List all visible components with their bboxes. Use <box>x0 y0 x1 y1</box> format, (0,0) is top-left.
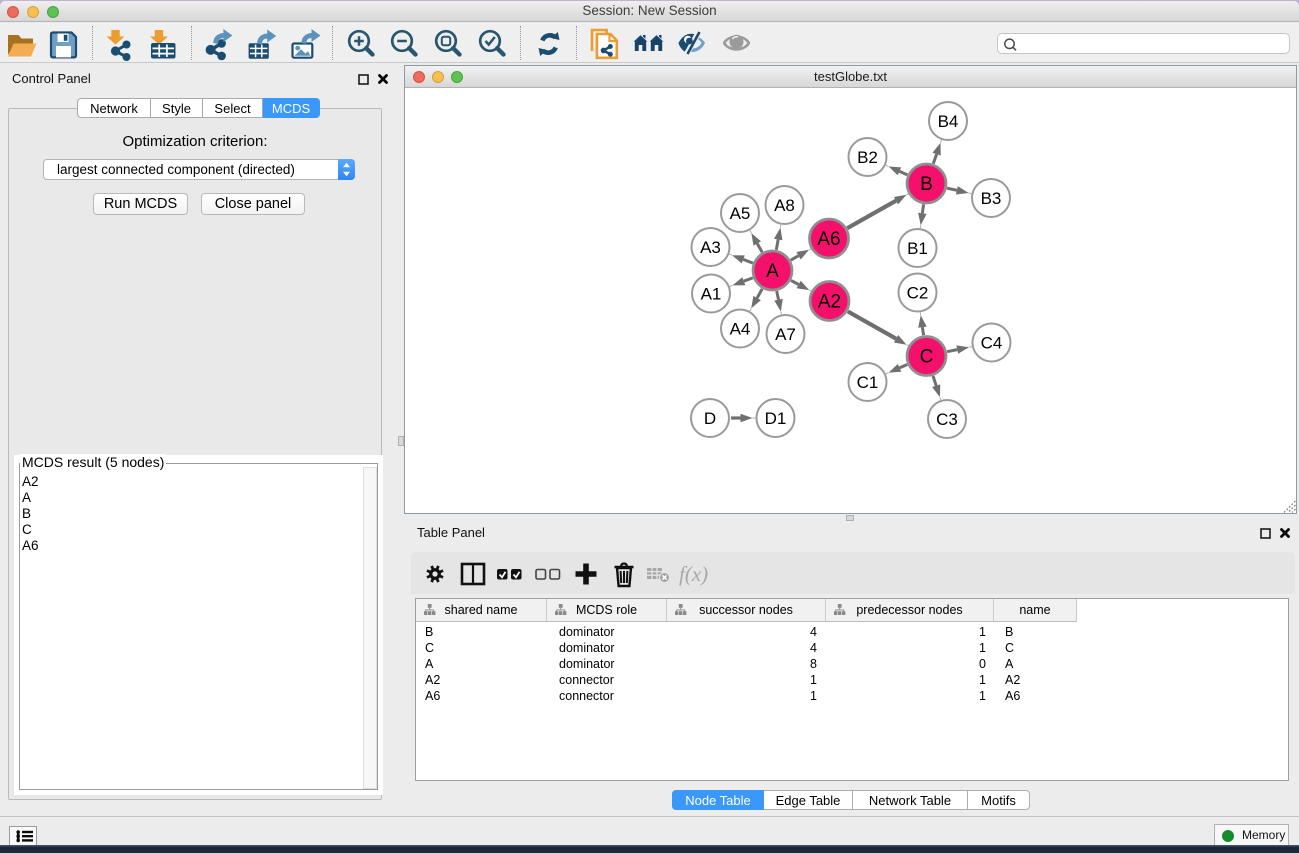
svg-text:D1: D1 <box>765 409 787 428</box>
svg-text:D: D <box>704 409 716 428</box>
svg-text:C1: C1 <box>857 373 879 392</box>
svg-text:C4: C4 <box>981 334 1003 353</box>
svg-text:A5: A5 <box>730 204 751 223</box>
svg-text:C2: C2 <box>907 284 929 303</box>
svg-text:A3: A3 <box>700 238 721 257</box>
svg-text:A6: A6 <box>817 229 840 250</box>
svg-text:B: B <box>920 174 933 195</box>
svg-text:C: C <box>920 347 934 368</box>
svg-text:A7: A7 <box>775 325 796 344</box>
svg-text:A2: A2 <box>818 292 841 313</box>
svg-text:A8: A8 <box>774 196 795 215</box>
svg-text:A4: A4 <box>730 320 751 339</box>
svg-text:C3: C3 <box>936 410 958 429</box>
svg-text:B3: B3 <box>981 189 1002 208</box>
svg-text:A: A <box>766 261 779 282</box>
svg-text:B4: B4 <box>938 112 959 131</box>
svg-text:A1: A1 <box>701 285 722 304</box>
svg-text:f(x): f(x) <box>679 562 708 586</box>
svg-text:B2: B2 <box>857 148 878 167</box>
svg-text:B1: B1 <box>907 239 928 258</box>
